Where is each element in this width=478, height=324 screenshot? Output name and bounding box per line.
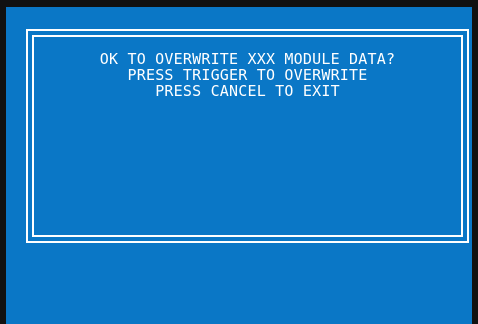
dialog-cancel-instruction: PRESS CANCEL TO EXIT	[155, 82, 340, 100]
dialog-question-line: OK TO OVERWRITE XXX MODULE DATA?	[99, 50, 396, 68]
dialog-trigger-instruction: PRESS TRIGGER TO OVERWRITE	[127, 66, 368, 84]
overwrite-confirmation-dialog: OK TO OVERWRITE XXX MODULE DATA? PRESS T…	[26, 29, 469, 243]
device-screen: OK TO OVERWRITE XXX MODULE DATA? PRESS T…	[0, 0, 478, 324]
